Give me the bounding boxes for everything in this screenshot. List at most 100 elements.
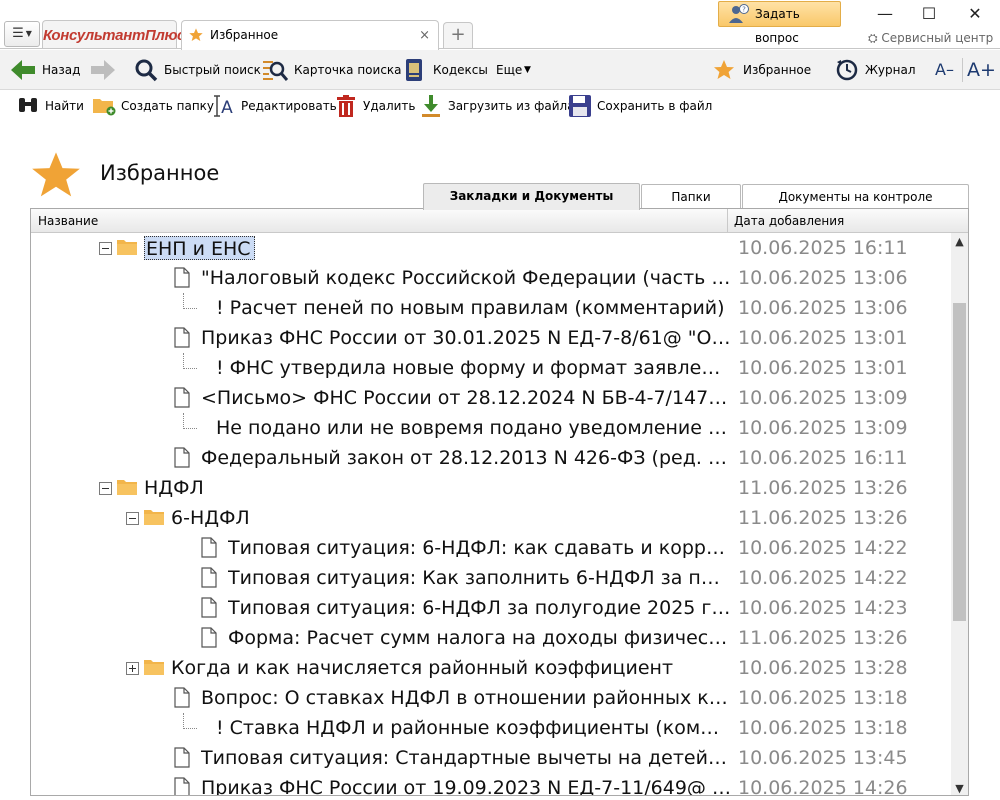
document-icon	[201, 597, 217, 622]
scroll-thumb[interactable]	[953, 303, 966, 621]
tree-bookmark-row[interactable]: ! ФНС утвердила новые форму и формат зая…	[31, 353, 951, 383]
save-to-file-button[interactable]: Сохранить в файл	[568, 90, 712, 122]
tree-item-title[interactable]: ЕНП и ЕНС	[144, 236, 255, 260]
create-folder-button[interactable]: Создать папку	[92, 90, 214, 122]
create-folder-label: Создать папку	[121, 99, 215, 113]
codes-label: Кодексы	[433, 63, 488, 77]
journal-button[interactable]: Журнал	[835, 50, 916, 90]
quick-search-label: Быстрый поиск	[164, 63, 261, 77]
tree-item-title[interactable]: Типовая ситуация: 6-НДФЛ: как сдавать и …	[228, 536, 731, 560]
tree-item-date: 10.06.2025 13:06	[738, 297, 908, 319]
tab-favorites[interactable]: Избранное ×	[181, 20, 439, 50]
tree-document-row[interactable]: Типовая ситуация: 6-НДФЛ за полугодие 20…	[31, 593, 951, 623]
tree-folder-row[interactable]: Когда и как начисляется районный коэффиц…	[31, 653, 951, 683]
tree-item-title[interactable]: Федеральный закон от 28.12.2013 N 426-ФЗ…	[201, 446, 731, 470]
forward-button[interactable]	[90, 50, 118, 90]
font-decrease-button[interactable]: A–	[935, 50, 957, 90]
tree-item-title[interactable]: Не подано или не вовремя подано уведомле…	[216, 416, 731, 440]
column-divider[interactable]	[727, 209, 728, 233]
collapse-toggle-icon[interactable]	[126, 512, 139, 525]
quick-search-button[interactable]: Быстрый поиск	[134, 50, 261, 90]
find-button[interactable]: Найти	[17, 90, 84, 122]
tree-bookmark-row[interactable]: ! Расчет пеней по новым правилам (коммен…	[31, 293, 951, 323]
tree-item-title[interactable]: Приказ ФНС России от 30.01.2025 N ЕД-7-8…	[201, 326, 731, 350]
minimize-button[interactable]: —	[870, 3, 900, 25]
tab-folders[interactable]: Папки	[641, 184, 741, 210]
font-increase-button[interactable]: A+	[967, 50, 996, 90]
tree-bookmark-row[interactable]: ! Ставка НДФЛ и районные коэффициенты (к…	[31, 713, 951, 743]
text-edit-icon: A	[214, 95, 233, 118]
magnifier-icon	[135, 59, 158, 82]
close-tab-icon[interactable]: ×	[419, 21, 430, 50]
tree-document-row[interactable]: Форма: Расчет сумм налога на доходы физи…	[31, 623, 951, 653]
collapse-toggle-icon[interactable]	[99, 242, 112, 255]
codes-button[interactable]: Кодексы	[404, 50, 488, 90]
tree-item-title[interactable]: Типовая ситуация: 6-НДФЛ за полугодие 20…	[228, 596, 731, 620]
tree-document-row[interactable]: Типовая ситуация: Как заполнить 6-НДФЛ з…	[31, 563, 951, 593]
tree-item-date: 10.06.2025 13:45	[738, 747, 908, 769]
delete-button[interactable]: Удалить	[335, 90, 416, 122]
column-date-header[interactable]: Дата добавления	[734, 209, 844, 233]
tree-document-row[interactable]: Федеральный закон от 28.12.2013 N 426-ФЗ…	[31, 443, 951, 473]
chevron-down-icon: ▼	[524, 65, 531, 75]
tree-item-title[interactable]: ! Ставка НДФЛ и районные коэффициенты (к…	[216, 716, 731, 740]
column-name-header[interactable]: Название	[38, 209, 98, 233]
codex-book-icon	[406, 59, 422, 81]
tree-item-title[interactable]: Типовая ситуация: Стандартные вычеты на …	[201, 746, 731, 770]
tree-document-row[interactable]: Типовая ситуация: 6-НДФЛ: как сдавать и …	[31, 533, 951, 563]
svg-text:A: A	[221, 98, 233, 118]
more-dropdown[interactable]: Еще ▼	[496, 50, 536, 90]
tree-item-title[interactable]: 6-НДФЛ	[171, 506, 250, 530]
tree-item-title[interactable]: <Письмо> ФНС России от 28.12.2024 N БВ-4…	[201, 386, 731, 410]
search-card-button[interactable]: Карточка поиска	[262, 50, 402, 90]
folder-open-icon	[116, 477, 138, 501]
new-tab-button[interactable]: +	[443, 22, 473, 48]
tab-bookmarks-documents[interactable]: Закладки и Документы	[423, 183, 640, 210]
tree-item-title[interactable]: Типовая ситуация: Как заполнить 6-НДФЛ з…	[228, 566, 731, 590]
tree-item-date: 10.06.2025 13:28	[738, 657, 908, 679]
consultant-logo-tab[interactable]: КонсультантПлюс	[42, 20, 185, 49]
scroll-up-button[interactable]: ▲	[951, 233, 968, 250]
tab-documents-on-control[interactable]: Документы на контроле	[742, 184, 969, 210]
favorites-button[interactable]: Избранное	[712, 50, 811, 90]
edit-button[interactable]: A Редактировать	[212, 90, 337, 122]
tree-document-row[interactable]: "Налоговый кодекс Российской Федерации (…	[31, 263, 951, 293]
close-window-button[interactable]: ✕	[960, 3, 990, 25]
tree-folder-row[interactable]: ЕНП и ЕНС 10.06.2025 16:11	[31, 233, 951, 263]
vertical-scrollbar[interactable]: ▲ ▼	[951, 233, 968, 795]
maximize-button[interactable]: ☐	[914, 3, 944, 25]
search-card-icon	[263, 61, 288, 81]
tree-item-title[interactable]: Форма: Расчет сумм налога на доходы физи…	[228, 626, 731, 650]
folder-open-icon	[116, 237, 138, 261]
tree-item-title[interactable]: "Налоговый кодекс Российской Федерации (…	[201, 266, 731, 290]
tree-item-title[interactable]: ! ФНС утвердила новые форму и формат зая…	[216, 356, 731, 380]
download-icon	[422, 95, 440, 117]
tree-item-title[interactable]: Вопрос: О ставках НДФЛ в отношении район…	[201, 686, 731, 710]
tree-document-row[interactable]: Приказ ФНС России от 30.01.2025 N ЕД-7-8…	[31, 323, 951, 353]
collapse-toggle-icon[interactable]	[99, 482, 112, 495]
star-icon	[189, 28, 203, 41]
tree-connector	[183, 353, 197, 369]
tree-item-title[interactable]: Приказ ФНС России от 19.09.2023 N ЕД-7-1…	[201, 776, 731, 795]
favorites-label: Избранное	[743, 63, 812, 77]
service-center-link[interactable]: ⛭ Сервисный центр	[868, 31, 993, 46]
tree-item-title[interactable]: ! Расчет пеней по новым правилам (коммен…	[216, 296, 725, 320]
document-icon	[174, 747, 190, 772]
tree-document-row[interactable]: Типовая ситуация: Стандартные вычеты на …	[31, 743, 951, 773]
main-menu-button[interactable]: ☰ ▼	[4, 21, 40, 47]
tree-item-title[interactable]: НДФЛ	[144, 476, 204, 500]
tree-document-row[interactable]: Приказ ФНС России от 19.09.2023 N ЕД-7-1…	[31, 773, 951, 795]
back-button[interactable]: Назад	[10, 50, 80, 90]
tree-folder-row[interactable]: 6-НДФЛ 11.06.2025 13:26	[31, 503, 951, 533]
tree-item-title[interactable]: Когда и как начисляется районный коэффиц…	[171, 656, 673, 680]
expand-toggle-icon[interactable]	[126, 662, 139, 675]
load-from-file-button[interactable]: Загрузить из файла	[420, 90, 575, 122]
tree-bookmark-row[interactable]: Не подано или не вовремя подано уведомле…	[31, 413, 951, 443]
ask-question-button[interactable]: ? Задать вопрос	[718, 1, 841, 45]
star-icon	[714, 60, 734, 79]
tree-document-row[interactable]: <Письмо> ФНС России от 28.12.2024 N БВ-4…	[31, 383, 951, 413]
tree-connector	[183, 293, 197, 309]
tree-folder-row[interactable]: НДФЛ 11.06.2025 13:26	[31, 473, 951, 503]
tree-document-row[interactable]: Вопрос: О ставках НДФЛ в отношении район…	[31, 683, 951, 713]
scroll-down-button[interactable]: ▼	[951, 780, 968, 795]
